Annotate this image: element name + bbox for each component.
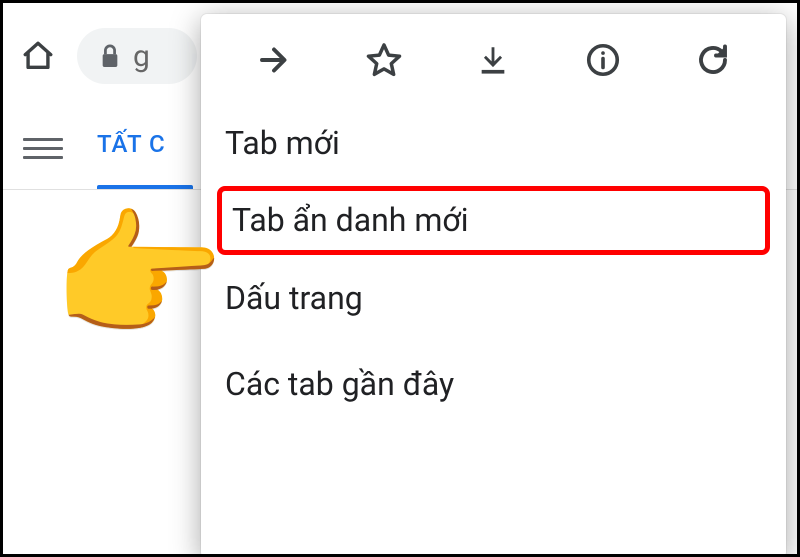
reload-icon: [695, 42, 731, 78]
menu-item-recent-tabs[interactable]: Các tab gần đây: [201, 341, 786, 427]
hamburger-menu-button[interactable]: [23, 128, 63, 168]
arrow-right-icon: [256, 42, 292, 78]
menu-item-bookmarks[interactable]: Dấu trang: [201, 255, 786, 341]
menu-icon-row: [201, 24, 786, 96]
hamburger-line: [23, 138, 63, 141]
bookmark-button[interactable]: [358, 34, 410, 86]
lock-icon: [99, 43, 121, 69]
download-icon: [476, 43, 510, 77]
star-icon: [365, 41, 403, 79]
hamburger-line: [23, 156, 63, 159]
menu-item-new-incognito-tab[interactable]: Tab ẩn danh mới: [217, 186, 770, 254]
screenshot-frame: g TẤT C: [0, 0, 800, 557]
hamburger-line: [23, 147, 63, 150]
overflow-menu: Tab mới Tab ẩn danh mới Dấu trang Các ta…: [201, 14, 786, 557]
home-icon: [21, 39, 55, 73]
forward-button[interactable]: [248, 34, 300, 86]
menu-item-label: Tab mới: [225, 124, 340, 162]
menu-item-new-tab[interactable]: Tab mới: [201, 100, 786, 186]
menu-item-label: Dấu trang: [225, 279, 363, 317]
home-button[interactable]: [19, 37, 57, 75]
menu-list: Tab mới Tab ẩn danh mới Dấu trang Các ta…: [201, 96, 786, 432]
menu-item-label: Các tab gần đây: [225, 365, 454, 403]
tab-all[interactable]: TẤT C: [97, 130, 166, 166]
address-text: g: [133, 39, 150, 74]
info-icon: [585, 42, 621, 78]
download-button[interactable]: [467, 34, 519, 86]
reload-button[interactable]: [687, 34, 739, 86]
info-button[interactable]: [577, 34, 629, 86]
address-bar[interactable]: g: [77, 28, 197, 84]
pointing-hand-icon: 👉: [51, 207, 225, 347]
menu-item-label: Tab ẩn danh mới: [232, 201, 468, 239]
